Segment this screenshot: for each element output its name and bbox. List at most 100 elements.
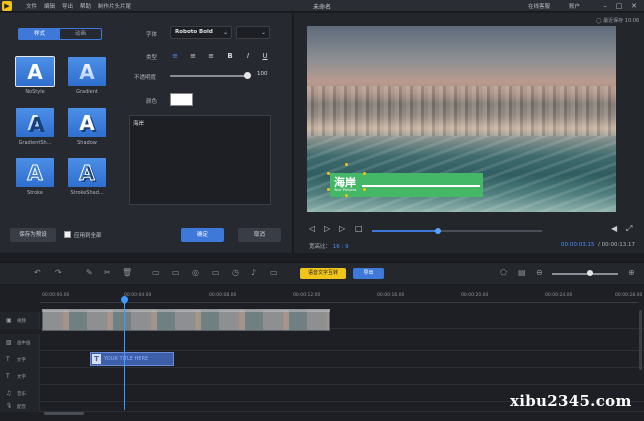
apply-all-checkbox[interactable]	[64, 231, 71, 238]
snapshot-icon[interactable]: ▭	[270, 268, 278, 277]
align-left-icon[interactable]: ≡	[169, 50, 181, 62]
app-logo-icon: ▶	[2, 1, 12, 11]
zoom-in-icon[interactable]: ⊕	[628, 268, 635, 277]
menu-edit[interactable]: 编辑	[44, 2, 55, 10]
chevron-down-icon: ⌄	[260, 29, 266, 36]
font-label: 字体	[146, 32, 158, 38]
title-overlay-line	[362, 185, 480, 187]
tab-style[interactable]: 样式	[19, 29, 60, 39]
cut-icon[interactable]: ✂	[104, 268, 111, 277]
playback-progress-handle[interactable]	[435, 228, 441, 234]
previous-frame-icon[interactable]: ◁	[309, 224, 315, 233]
menu-help[interactable]: 帮助	[80, 2, 91, 10]
style-tile-gradient-shadow[interactable]: A	[16, 108, 54, 137]
selection-handle[interactable]	[327, 172, 330, 175]
style-label: NoStyle	[25, 89, 45, 95]
font-size-select[interactable]: ⌄	[236, 26, 270, 39]
duration-icon[interactable]: ◷	[232, 268, 239, 277]
speech-to-text-button[interactable]: 语音文字互转	[300, 268, 346, 279]
play-icon[interactable]: ▷	[324, 224, 330, 233]
delete-icon[interactable]: 🗑	[122, 268, 132, 277]
stop-icon[interactable]: □	[355, 224, 363, 233]
timeline-ruler[interactable]	[40, 302, 638, 303]
menu-intro-outro[interactable]: 制作片头片尾	[98, 2, 131, 10]
title-text-input[interactable]: 海岸	[129, 115, 271, 205]
track-header: ♫ 音乐	[0, 385, 40, 402]
close-icon[interactable]: ✕	[629, 1, 639, 11]
opacity-slider[interactable]	[170, 75, 248, 77]
style-tile-stroke[interactable]: A	[16, 158, 54, 187]
opacity-slider-handle[interactable]	[244, 72, 251, 79]
font-family-value: Roboto Bold	[175, 29, 213, 35]
font-family-select[interactable]: Roboto Bold ⌄	[170, 26, 232, 39]
save-preset-button[interactable]: 保存为预设	[10, 228, 56, 242]
minimize-icon[interactable]: –	[600, 1, 610, 11]
account-menu[interactable]: 账户	[569, 2, 580, 10]
timeline-zoom-handle[interactable]	[587, 270, 593, 276]
video-clip-header	[42, 309, 330, 312]
text-track-icon: T	[6, 356, 10, 363]
timeline-zoom-slider[interactable]	[552, 273, 618, 275]
record-voice-icon[interactable]: ♪	[251, 268, 256, 277]
undo-icon[interactable]: ↶	[34, 268, 41, 277]
fullscreen-icon[interactable]: ⤢	[626, 224, 632, 234]
bold-button[interactable]: B	[224, 50, 236, 62]
zoom-clip-icon[interactable]: ▭	[212, 268, 220, 277]
next-frame-icon[interactable]: ▷	[339, 224, 345, 233]
playhead[interactable]	[124, 298, 125, 410]
redo-icon[interactable]: ↷	[55, 268, 62, 277]
ok-button[interactable]: 确定	[181, 228, 224, 242]
autosave-status: ◯ 最近保存 10:06	[596, 18, 640, 24]
track-header: T 文字	[0, 351, 40, 368]
selection-handle[interactable]	[345, 194, 348, 197]
timeline-vertical-scrollbar[interactable]	[639, 310, 642, 370]
video-track-icon: ▣	[6, 317, 12, 324]
freeze-frame-icon[interactable]: ▭	[172, 268, 180, 277]
cancel-button[interactable]: 取消	[238, 228, 281, 242]
ruler-tick-label: 00:00:16.00	[377, 293, 405, 298]
menu-file[interactable]: 文件	[26, 2, 37, 10]
tab-animation[interactable]: 动画	[60, 29, 101, 39]
menu-export[interactable]: 导出	[62, 2, 73, 10]
color-label: 颜色	[146, 99, 158, 105]
zoom-out-icon[interactable]: ⊖	[536, 268, 543, 277]
window-title: 未命名	[312, 4, 331, 11]
track-name: 配音	[17, 405, 26, 410]
style-preview-glyph: A	[27, 59, 43, 84]
online-support-link[interactable]: 在线客服	[528, 2, 550, 10]
selection-handle[interactable]	[363, 172, 366, 175]
style-tile-stroke-shadow[interactable]: A	[68, 158, 106, 187]
align-right-icon[interactable]: ≡	[205, 50, 217, 62]
timeline-horizontal-scrollbar[interactable]	[44, 412, 84, 415]
volume-icon[interactable]: ◀	[611, 224, 617, 233]
selection-handle[interactable]	[363, 188, 366, 191]
style-label: GradientSh...	[18, 140, 52, 146]
text-track-icon: T	[6, 373, 10, 380]
selection-handle[interactable]	[327, 188, 330, 191]
aspect-ratio[interactable]: 宽高比： 16 : 9	[309, 242, 349, 250]
marker-icon[interactable]: ⬠	[500, 268, 507, 277]
underline-button[interactable]: U	[259, 50, 271, 62]
track-name: 音乐	[17, 392, 26, 397]
align-center-icon[interactable]: ≡	[187, 50, 199, 62]
selection-handle[interactable]	[345, 163, 348, 166]
track-name: 文字	[17, 375, 26, 380]
style-preview-glyph: A	[79, 59, 95, 84]
playback-progress-fill	[372, 230, 438, 232]
edit-icon[interactable]: ✎	[86, 268, 93, 277]
style-tile-nostyle[interactable]: A	[15, 56, 55, 87]
maximize-icon[interactable]: □	[614, 1, 624, 11]
style-tile-gradient[interactable]: A	[68, 57, 106, 86]
video-clip[interactable]	[42, 309, 330, 331]
track-name: 画中画	[17, 341, 31, 346]
style-tile-shadow[interactable]: A	[68, 108, 106, 137]
text-color-swatch[interactable]	[170, 93, 193, 106]
italic-button[interactable]: I	[242, 50, 254, 62]
split-screen-icon[interactable]: ▤	[518, 268, 526, 277]
track-row-pip: ▨ 画中画	[0, 334, 644, 351]
export-button[interactable]: 导出	[353, 268, 384, 279]
pip-track-icon: ▨	[6, 339, 12, 346]
mosaic-icon[interactable]: ◎	[192, 268, 199, 277]
style-label: Shadow	[77, 140, 97, 146]
crop-icon[interactable]: ▭	[152, 268, 160, 277]
